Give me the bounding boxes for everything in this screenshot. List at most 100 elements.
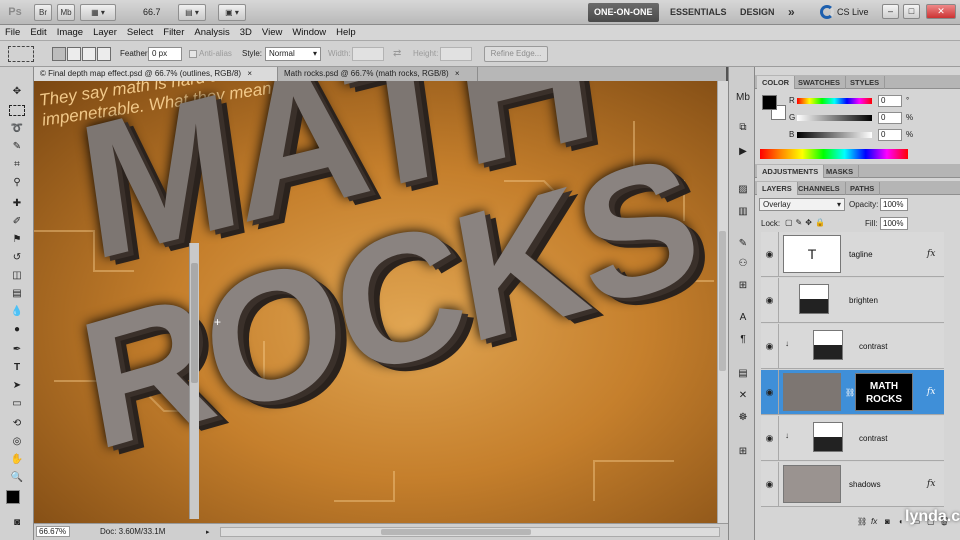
menu-3d[interactable]: 3D — [235, 25, 257, 40]
menu-file[interactable]: File — [0, 25, 25, 40]
layer-row-contrast[interactable]: ◉ ↓ contrast — [761, 324, 944, 369]
more-workspaces-button[interactable]: » — [782, 3, 801, 22]
tab-channels[interactable]: CHANNELS — [793, 182, 846, 195]
quick-selection-tool-icon[interactable]: ✎ — [9, 140, 25, 153]
channel-input-b[interactable]: 0 — [878, 129, 902, 141]
move-tool-icon[interactable]: ✥ — [9, 85, 25, 98]
screen-mode-button[interactable]: ▣ ▾ — [218, 4, 246, 21]
scroll-thumb[interactable] — [381, 529, 531, 535]
pen-tool-icon[interactable]: ✒ — [9, 343, 25, 356]
status-zoom-input[interactable]: 66.67% — [36, 526, 70, 537]
marquee-preset-icon[interactable] — [8, 46, 34, 62]
arrange-documents-button[interactable]: ▤ ▾ — [178, 4, 206, 21]
chain-link-icon[interactable]: ⛓ — [845, 388, 855, 397]
bridge-button[interactable]: Br — [34, 4, 52, 21]
paragraph-icon[interactable]: ¶ — [736, 333, 750, 346]
close-tab-icon[interactable]: × — [247, 69, 252, 78]
menu-image[interactable]: Image — [52, 25, 88, 40]
layer-fx-icon[interactable]: fx — [927, 232, 935, 277]
quick-mask-icon[interactable]: ◙ — [9, 516, 25, 529]
eyedropper-tool-icon[interactable]: ⚲ — [9, 176, 25, 189]
visibility-eye-icon[interactable]: ◉ — [761, 462, 779, 507]
add-mask-icon[interactable]: ◙ — [885, 517, 890, 526]
character-icon[interactable]: A — [736, 311, 750, 324]
notes-icon[interactable]: ▤ — [736, 367, 750, 380]
3d-orbit-tool-icon[interactable]: ◎ — [9, 435, 25, 448]
foreground-color-swatch[interactable] — [6, 490, 20, 504]
width-input[interactable] — [352, 47, 384, 61]
tab-final-depth-map[interactable]: © Final depth map effect.psd @ 66.7% (ou… — [34, 67, 278, 81]
histogram-icon[interactable]: ▥ — [736, 205, 750, 218]
blur-tool-icon[interactable]: 💧 — [9, 305, 25, 318]
menu-window[interactable]: Window — [287, 25, 331, 40]
path-selection-tool-icon[interactable]: ➤ — [9, 379, 25, 392]
shape-tool-icon[interactable]: ▭ — [9, 397, 25, 410]
tab-paths[interactable]: PATHS — [845, 182, 881, 195]
menu-help[interactable]: Help — [331, 25, 361, 40]
workspace-essentials[interactable]: ESSENTIALS — [664, 3, 733, 22]
tab-layers[interactable]: LAYERS — [757, 182, 798, 195]
visibility-eye-icon[interactable]: ◉ — [761, 370, 779, 415]
clone-source-icon[interactable]: ⚇ — [736, 257, 750, 270]
status-menu-arrow-icon[interactable]: ▸ — [206, 528, 210, 536]
tab-styles[interactable]: STYLES — [845, 76, 886, 89]
menu-view[interactable]: View — [257, 25, 287, 40]
subtract-selection-icon[interactable] — [82, 47, 96, 61]
menu-edit[interactable]: Edit — [25, 25, 51, 40]
hue-slider[interactable] — [797, 98, 872, 104]
layers-scrollbar[interactable] — [189, 243, 199, 519]
layer-row-math-rocks[interactable]: ◉ ⛓ MATH ROCKS fx — [761, 370, 944, 415]
mini-bridge-icon[interactable]: Mb — [736, 91, 750, 104]
zoom-tool-icon[interactable]: 🔍 — [9, 471, 25, 484]
color-spectrum-bar[interactable] — [760, 149, 908, 159]
close-tab-icon[interactable]: × — [455, 69, 460, 78]
add-style-icon[interactable]: fx — [871, 517, 877, 526]
document-canvas[interactable]: They say math is hard and impenetrable. … — [34, 81, 717, 523]
color-panel-foreground-swatch[interactable] — [762, 95, 777, 110]
hand-tool-icon[interactable]: ✋ — [9, 453, 25, 466]
canvas-horizontal-scrollbar[interactable] — [220, 527, 720, 537]
info-icon[interactable]: ⊞ — [736, 445, 750, 458]
dodge-tool-icon[interactable]: ● — [9, 323, 25, 336]
tab-swatches[interactable]: SWATCHES — [793, 76, 846, 89]
layer-fx-icon[interactable]: fx — [927, 370, 935, 415]
new-selection-icon[interactable] — [52, 47, 66, 61]
layer-row-tagline[interactable]: ◉ T tagline fx — [761, 232, 944, 277]
tab-color[interactable]: COLOR — [757, 76, 796, 89]
close-window-button[interactable]: ✕ — [926, 4, 956, 19]
layer-row-shadows[interactable]: ◉ shadows fx — [761, 462, 944, 507]
gradient-tool-icon[interactable]: ▤ — [9, 287, 25, 300]
menu-select[interactable]: Select — [122, 25, 158, 40]
layer-row-contrast-2[interactable]: ◉ ↓ contrast — [761, 416, 944, 461]
eraser-tool-icon[interactable]: ◫ — [9, 269, 25, 282]
channel-input-g[interactable]: 0 — [878, 112, 902, 124]
maximize-button[interactable]: □ — [903, 4, 920, 19]
antialias-checkbox[interactable] — [189, 50, 197, 58]
channel-input-r[interactable]: 0 — [878, 95, 902, 107]
add-selection-icon[interactable] — [67, 47, 81, 61]
swap-dimensions-icon[interactable]: ⇄ — [393, 48, 401, 59]
visibility-eye-icon[interactable]: ◉ — [761, 324, 779, 369]
fill-input[interactable]: 100% — [880, 217, 908, 230]
visibility-eye-icon[interactable]: ◉ — [761, 232, 779, 277]
animation-icon[interactable]: ☸ — [736, 411, 750, 424]
tool-presets-icon[interactable]: ⊞ — [736, 279, 750, 292]
crop-tool-icon[interactable]: ⌗ — [9, 158, 25, 171]
brightness-slider[interactable] — [797, 132, 872, 138]
menu-layer[interactable]: Layer — [88, 25, 122, 40]
tab-adjustments[interactable]: ADJUSTMENTS — [757, 165, 825, 178]
marquee-tool-icon[interactable] — [9, 105, 25, 116]
history-icon[interactable]: ⧉ — [736, 121, 750, 134]
blend-mode-select[interactable]: Overlay ▾ — [759, 198, 845, 211]
canvas-vertical-scrollbar[interactable] — [717, 81, 728, 523]
style-select[interactable]: Normal ▾ — [265, 47, 321, 61]
minibridge-button[interactable]: Mb — [57, 4, 75, 21]
scroll-thumb[interactable] — [191, 263, 198, 383]
feather-input[interactable]: 0 px — [148, 47, 182, 61]
healing-brush-tool-icon[interactable]: ✚ — [9, 197, 25, 210]
tab-masks[interactable]: MASKS — [821, 165, 860, 178]
height-input[interactable] — [440, 47, 472, 61]
view-extras-button[interactable]: ▦ ▾ — [80, 4, 116, 21]
cs-live-button[interactable]: CS Live — [837, 7, 869, 17]
type-tool-icon[interactable]: T — [9, 361, 25, 374]
